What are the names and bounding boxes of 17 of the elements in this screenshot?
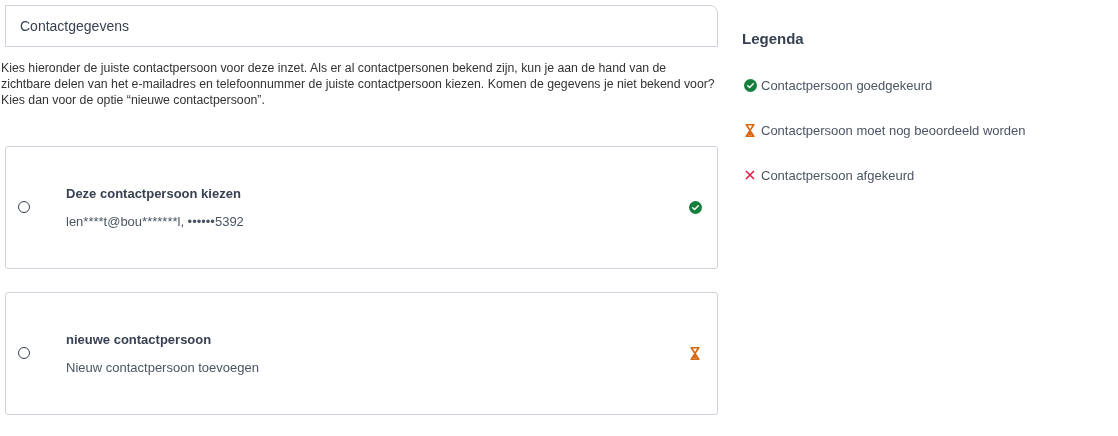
legend-title: Legenda — [742, 30, 805, 47]
close-icon — [745, 170, 755, 180]
check-circle-icon — [688, 200, 702, 214]
option-title: Deze contactpersoon kiezen — [66, 185, 242, 201]
intro-text: Kies hieronder de juiste contactpersoon voor deze inzet. Als er al contactpersonen bekend zijn, kun je aan de hand van de zichtbare delen van het e-mailadres en telefoonnummer de juiste contactpersoon kiezen. Komen de gegevens je niet bekend voor? Kies dan voor de optie “nieuwe contactpersoon”. — [1, 60, 716, 109]
legend-label: Contactpersoon afgekeurd — [761, 167, 915, 183]
option-card[interactable]: nieuwe contactpersoon Nieuw contactpersoon toevoegen — [5, 291, 718, 415]
hourglass-icon — [745, 123, 755, 137]
option-detail: len****t@bou*******l, ••••••5392 — [66, 213, 245, 229]
option-card[interactable]: Deze contactpersoon kiezen len****t@bou*******l, ••••••5392 — [5, 145, 718, 269]
section-header: Contactgegevens — [5, 5, 718, 47]
legend-label: Contactpersoon moet nog beoordeeld worden — [761, 122, 1026, 138]
check-circle-icon — [743, 78, 757, 92]
option-title: nieuwe contactpersoon — [66, 331, 213, 347]
legend-label: Contactpersoon goedgekeurd — [761, 77, 933, 93]
option-detail: Nieuw contactpersoon toevoegen — [66, 359, 260, 375]
hourglass-icon — [690, 346, 700, 360]
